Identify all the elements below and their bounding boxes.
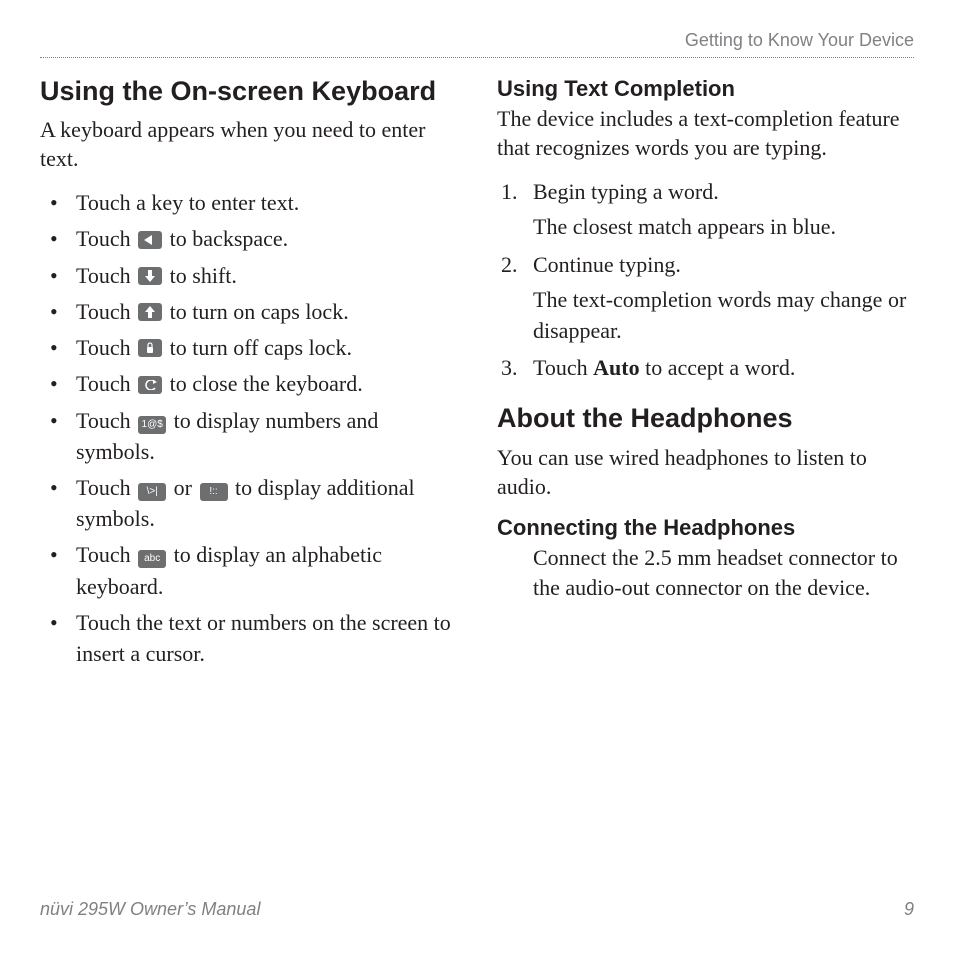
text: Touch bbox=[76, 226, 136, 251]
text: Touch bbox=[76, 299, 136, 324]
list-item: Touch the text or numbers on the screen … bbox=[40, 607, 457, 669]
list-item: Touch to turn off caps lock. bbox=[40, 332, 457, 363]
close-keyboard-icon bbox=[138, 376, 162, 394]
list-item: Touch a key to enter text. bbox=[40, 187, 457, 218]
connecting-text: Connect the 2.5 mm headset connector to … bbox=[497, 543, 914, 605]
running-header: Getting to Know Your Device bbox=[40, 30, 914, 57]
intro-text: A keyboard appears when you need to ente… bbox=[40, 115, 457, 173]
text-completion-steps: Begin typing a word. The closest match a… bbox=[497, 176, 914, 383]
list-item: Touch \>| or !:: to display additional s… bbox=[40, 472, 457, 534]
list-item: Begin typing a word. The closest match a… bbox=[497, 176, 914, 242]
text: Touch bbox=[76, 263, 136, 288]
text: to turn on caps lock. bbox=[170, 299, 349, 324]
heading-text-completion: Using Text Completion bbox=[497, 76, 914, 102]
text-completion-intro: The device includes a text-completion fe… bbox=[497, 104, 914, 162]
list-item: Touch Auto to accept a word. bbox=[497, 352, 914, 383]
text: Touch bbox=[76, 335, 136, 360]
list-item: Touch to backspace. bbox=[40, 223, 457, 254]
text: Touch bbox=[76, 475, 136, 500]
heading-onscreen-keyboard: Using the On-screen Keyboard bbox=[40, 76, 457, 107]
more-symbols-2-icon: !:: bbox=[200, 483, 228, 501]
caps-lock-on-icon bbox=[138, 303, 162, 321]
page: Getting to Know Your Device Using the On… bbox=[40, 30, 914, 924]
section-headphones: About the Headphones You can use wired h… bbox=[497, 403, 914, 604]
footer-page-number: 9 bbox=[904, 899, 914, 920]
step-text: Touch bbox=[533, 355, 593, 380]
headphones-intro: You can use wired headphones to listen t… bbox=[497, 443, 914, 501]
heading-connecting-headphones: Connecting the Headphones bbox=[497, 515, 914, 541]
list-item: Touch 1@$ to display numbers and symbols… bbox=[40, 405, 457, 467]
auto-label: Auto bbox=[593, 355, 639, 380]
list-item: Touch abc to display an alphabetic keybo… bbox=[40, 539, 457, 601]
text: Touch bbox=[76, 542, 136, 567]
step-text: Begin typing a word. bbox=[533, 179, 719, 204]
text: to close the keyboard. bbox=[170, 371, 363, 396]
right-column: Using Text Completion The device include… bbox=[497, 76, 914, 683]
heading-about-headphones: About the Headphones bbox=[497, 403, 914, 434]
step-text: to accept a word. bbox=[640, 355, 796, 380]
text: Touch bbox=[76, 408, 136, 433]
abc-keyboard-icon: abc bbox=[138, 550, 166, 568]
step-subtext: The text-completion words may change or … bbox=[533, 284, 914, 346]
keyboard-bullet-list: Touch a key to enter text. Touch to back… bbox=[40, 187, 457, 669]
left-column: Using the On-screen Keyboard A keyboard … bbox=[40, 76, 457, 683]
columns: Using the On-screen Keyboard A keyboard … bbox=[40, 76, 914, 683]
list-item: Touch to close the keyboard. bbox=[40, 368, 457, 399]
caps-lock-off-icon bbox=[138, 339, 162, 357]
text: to backspace. bbox=[170, 226, 289, 251]
numbers-symbols-icon: 1@$ bbox=[138, 416, 166, 434]
step-subtext: The closest match appears in blue. bbox=[533, 211, 914, 242]
header-rule bbox=[40, 57, 914, 58]
text: Touch bbox=[76, 371, 136, 396]
list-item: Touch to turn on caps lock. bbox=[40, 296, 457, 327]
text: to shift. bbox=[170, 263, 237, 288]
list-item: Continue typing. The text-completion wor… bbox=[497, 249, 914, 347]
text: or bbox=[174, 475, 198, 500]
backspace-icon bbox=[138, 231, 162, 249]
text: to turn off caps lock. bbox=[170, 335, 352, 360]
list-item: Touch to shift. bbox=[40, 260, 457, 291]
more-symbols-1-icon: \>| bbox=[138, 483, 166, 501]
step-text: Continue typing. bbox=[533, 252, 681, 277]
shift-down-icon bbox=[138, 267, 162, 285]
footer-manual-title: nüvi 295W Owner’s Manual bbox=[40, 899, 260, 920]
page-footer: nüvi 295W Owner’s Manual 9 bbox=[40, 899, 914, 920]
